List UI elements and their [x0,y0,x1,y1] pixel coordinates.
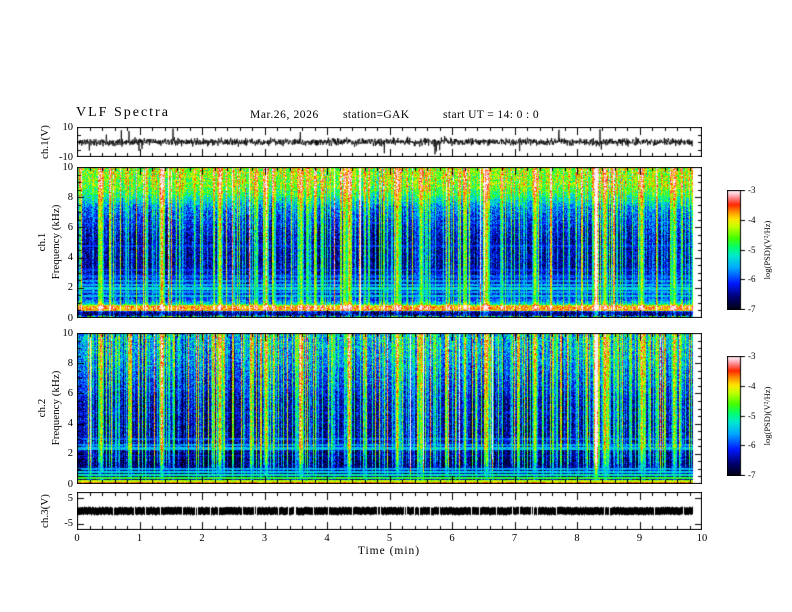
ch2-spectrogram-plot [77,333,702,484]
time-axis-label: Time (min) [357,545,421,557]
ch1-spectrogram-channel-label: ch.1 [36,232,48,252]
x-tick-label: 10 [696,533,708,544]
colorbar-tick-label: -6 [748,439,756,450]
station-label: station=GAK [343,109,410,121]
start-ut-label: start UT = 14: 0 : 0 [443,109,540,121]
y-tick-label: 6 [67,221,73,233]
colorbar-tick-label: -6 [748,273,756,284]
colorbar-tick-label: -4 [748,214,756,225]
y-tick-label: 8 [67,191,73,203]
y-tick-label: 10 [62,327,74,339]
ch1-waveform-plot [77,127,702,157]
ch1-frequency-axis-label: Frequency (kHz) [50,204,62,280]
x-tick-label: 8 [574,533,580,544]
y-tick-label: 10 [62,121,74,133]
y-tick-label: 2 [67,448,73,460]
figure-title: VLF Spectra [76,105,170,120]
colorbar-tick-label: -3 [748,184,756,195]
x-tick-label: 1 [136,533,143,544]
x-tick-label: 5 [386,533,393,544]
y-tick-label: 10 [62,161,74,173]
y-tick-label: 4 [67,418,73,430]
x-tick-label: 0 [74,533,80,544]
colorbar-unit-label: log(PSD)(V²/Hz) [762,386,772,446]
colorbar-tick-label: -4 [748,380,756,391]
x-tick-label: 2 [199,533,205,544]
ch2-spectrogram-channel-label: ch.2 [36,398,48,418]
colorbar-tick-label: -7 [748,303,756,314]
y-tick-label: 6 [67,387,73,399]
colorbar-ch1 [727,190,747,310]
x-tick-label: 7 [511,533,518,544]
y-tick-label: 0 [67,312,73,324]
ch2-frequency-axis-label: Frequency (kHz) [50,370,62,446]
x-tick-label: 4 [324,533,330,544]
y-tick-label: 4 [67,252,73,264]
colorbar-tick-label: -7 [748,469,756,480]
x-tick-label: 6 [449,533,455,544]
colorbar-tick-label: -5 [748,410,756,421]
x-tick-label: 9 [636,533,643,544]
x-tick-label: 3 [261,533,268,544]
y-tick-label: 5 [67,492,73,504]
y-tick-label: -5 [64,518,73,530]
colorbar-tick-label: -5 [748,244,756,255]
y-tick-label: 8 [67,357,73,369]
vlf-spectra-figure: VLF Spectra Mar.26, 2026 station=GAK sta… [0,0,792,612]
colorbar-ch2 [727,356,747,476]
colorbar-tick-label: -3 [748,350,756,361]
y-tick-label: 2 [67,282,73,294]
ch3-waveform-plot [77,492,702,530]
date-label: Mar.26, 2026 [250,109,319,121]
colorbar-unit-label: log(PSD)(V²/Hz) [762,220,772,280]
y-tick-label: 0 [67,478,73,490]
ch1-spectrogram-plot [77,167,702,318]
